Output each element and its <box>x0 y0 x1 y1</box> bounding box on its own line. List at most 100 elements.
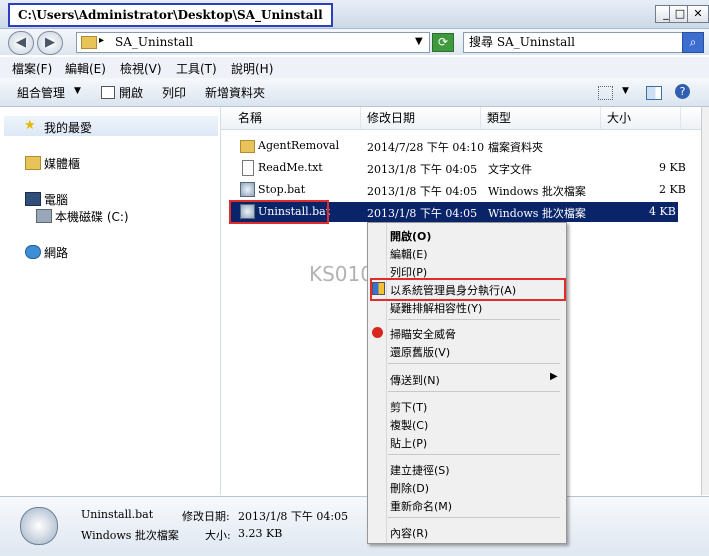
search-icon[interactable]: ⌕ <box>682 32 704 53</box>
ctx-open[interactable]: 開啟(O) <box>390 228 431 244</box>
file-modified: 2013/1/8 下午 04:05 <box>367 185 478 198</box>
nav-computer[interactable]: 電腦 <box>44 191 68 208</box>
computer-icon <box>25 192 41 206</box>
nav-libraries[interactable]: 媒體櫃 <box>44 155 80 172</box>
drive-icon <box>36 209 52 223</box>
file-modified: 2014/7/28 下午 04:10 <box>367 141 485 154</box>
file-type: 文字文件 <box>488 163 532 176</box>
organize-dropdown-icon[interactable]: ▼ <box>74 86 81 96</box>
menu-separator <box>388 517 560 518</box>
menu-help[interactable]: 說明(H) <box>231 60 273 77</box>
nav-network[interactable]: 網路 <box>44 244 68 261</box>
ctx-scan[interactable]: 掃瞄安全威脅 <box>390 326 456 342</box>
print-button[interactable]: 列印 <box>162 84 186 101</box>
window-title: C:\Users\Administrator\Desktop\SA_Uninst… <box>8 3 333 27</box>
ctx-edit[interactable]: 編輯(E) <box>390 246 428 262</box>
file-size: 9 KB <box>659 161 686 174</box>
new-folder-button[interactable]: 新增資料夾 <box>205 84 265 101</box>
ctx-rename[interactable]: 重新命名(M) <box>390 498 452 514</box>
address-path: SA_Uninstall <box>115 35 194 49</box>
organize-button[interactable]: 組合管理 <box>17 84 65 101</box>
search-input[interactable]: 搜尋 SA_Uninstall <box>463 32 683 53</box>
menu-separator <box>388 319 560 320</box>
menu-tools[interactable]: 工具(T) <box>176 60 217 77</box>
file-size: 4 KB <box>649 205 676 218</box>
open-icon <box>101 86 115 99</box>
preview-pane-icon[interactable] <box>646 86 662 100</box>
file-name: AgentRemoval <box>258 139 340 152</box>
back-button[interactable]: ◀ <box>8 31 34 55</box>
address-bar[interactable]: ▸ SA_Uninstall ▼ <box>76 32 430 53</box>
column-modified[interactable]: 修改日期 <box>361 107 481 129</box>
title-bar: C:\Users\Administrator\Desktop\SA_Uninst… <box>0 0 709 29</box>
column-type[interactable]: 類型 <box>481 107 601 129</box>
folder-icon <box>81 36 97 49</box>
ctx-send-to[interactable]: 傳送到(N) <box>390 372 440 388</box>
column-size[interactable]: 大小 <box>601 107 681 129</box>
navigation-pane: ★ 我的最愛 媒體櫃 電腦 本機磁碟 (C:) 網路 <box>0 107 221 495</box>
ctx-properties[interactable]: 內容(R) <box>390 525 428 541</box>
menu-bar: 檔案(F) 編輯(E) 檢視(V) 工具(T) 說明(H) <box>0 57 709 78</box>
file-type: 檔案資料夾 <box>488 141 543 154</box>
ctx-create-shortcut[interactable]: 建立捷徑(S) <box>390 462 450 478</box>
file-row-readme[interactable]: ReadMe.txt 2013/1/8 下午 04:05 文字文件 9 KB <box>231 158 701 178</box>
details-pane: Uninstall.bat Windows 批次檔案 修改日期: 2013/1/… <box>0 496 709 556</box>
folder-icon <box>240 140 255 153</box>
column-name[interactable]: 名稱 <box>221 107 361 129</box>
menu-file[interactable]: 檔案(F) <box>12 60 52 77</box>
menu-view[interactable]: 檢視(V) <box>120 60 162 77</box>
library-icon <box>25 156 41 170</box>
view-options-icon[interactable] <box>598 86 613 100</box>
network-icon <box>25 245 41 259</box>
refresh-button[interactable]: ⟳ <box>432 33 454 52</box>
file-modified: 2013/1/8 下午 04:05 <box>367 207 478 220</box>
close-button[interactable]: ✕ <box>687 5 709 23</box>
ctx-troubleshoot[interactable]: 疑難排解相容性(Y) <box>390 300 482 316</box>
details-size: 3.23 KB <box>238 527 283 540</box>
address-row: ◀ ▶ ▸ SA_Uninstall ▼ ⟳ 搜尋 SA_Uninstall ⌕ <box>0 29 709 55</box>
selected-file-highlight <box>229 200 329 224</box>
context-menu: 開啟(O) 編輯(E) 列印(P) 以系統管理員身分執行(A) 疑難排解相容性(… <box>367 222 567 544</box>
menu-separator <box>388 363 560 364</box>
menu-separator <box>388 391 560 392</box>
file-modified: 2013/1/8 下午 04:05 <box>367 163 478 176</box>
file-row-stop[interactable]: Stop.bat 2013/1/8 下午 04:05 Windows 批次檔案 … <box>231 180 701 200</box>
ctx-paste[interactable]: 貼上(P) <box>390 435 427 451</box>
ctx-delete[interactable]: 刪除(D) <box>390 480 429 496</box>
ctx-copy[interactable]: 複製(C) <box>390 417 428 433</box>
submenu-arrow-icon: ▶ <box>550 371 558 382</box>
address-dropdown-icon[interactable]: ▼ <box>415 36 423 47</box>
file-type: Windows 批次檔案 <box>488 207 586 220</box>
search-placeholder: 搜尋 SA_Uninstall <box>469 35 575 49</box>
command-toolbar: 組合管理 ▼ 開啟 列印 新增資料夾 ▼ ? <box>0 78 709 107</box>
nav-local-disk[interactable]: 本機磁碟 (C:) <box>55 208 129 225</box>
nav-favorites: 我的最愛 <box>44 121 93 135</box>
breadcrumb-separator-icon: ▸ <box>99 35 105 46</box>
file-type: Windows 批次檔案 <box>488 185 586 198</box>
file-name: ReadMe.txt <box>258 161 323 174</box>
menu-edit[interactable]: 編輯(E) <box>65 60 106 77</box>
help-icon[interactable]: ? <box>675 84 690 99</box>
forward-button[interactable]: ▶ <box>37 31 63 55</box>
details-modified: 2013/1/8 下午 04:05 <box>238 510 349 523</box>
file-size: 2 KB <box>659 183 686 196</box>
ctx-cut[interactable]: 剪下(T) <box>390 399 427 415</box>
star-icon: ★ <box>24 118 36 133</box>
ctx-run-as-admin[interactable]: 以系統管理員身分執行(A) <box>390 282 516 298</box>
column-headers: 名稱 修改日期 類型 大小 <box>221 107 701 130</box>
menu-separator <box>388 454 560 455</box>
ctx-restore[interactable]: 還原舊版(V) <box>390 344 450 360</box>
file-row-agentremoval[interactable]: AgentRemoval 2014/7/28 下午 04:10 檔案資料夾 <box>231 136 701 156</box>
view-dropdown-icon[interactable]: ▼ <box>622 86 629 96</box>
batch-file-large-icon <box>20 507 58 545</box>
details-modified-label: 修改日期: <box>182 510 230 523</box>
details-name: Uninstall.bat <box>81 508 154 521</box>
scan-icon <box>372 327 383 338</box>
menu-gutter <box>386 223 387 543</box>
open-button[interactable]: 開啟 <box>119 84 143 101</box>
vertical-scrollbar[interactable] <box>701 107 709 495</box>
details-size-label: 大小: <box>205 529 231 542</box>
details-type: Windows 批次檔案 <box>81 529 179 542</box>
batch-file-icon <box>240 182 255 197</box>
favorites-header[interactable]: ★ 我的最愛 <box>4 116 218 136</box>
